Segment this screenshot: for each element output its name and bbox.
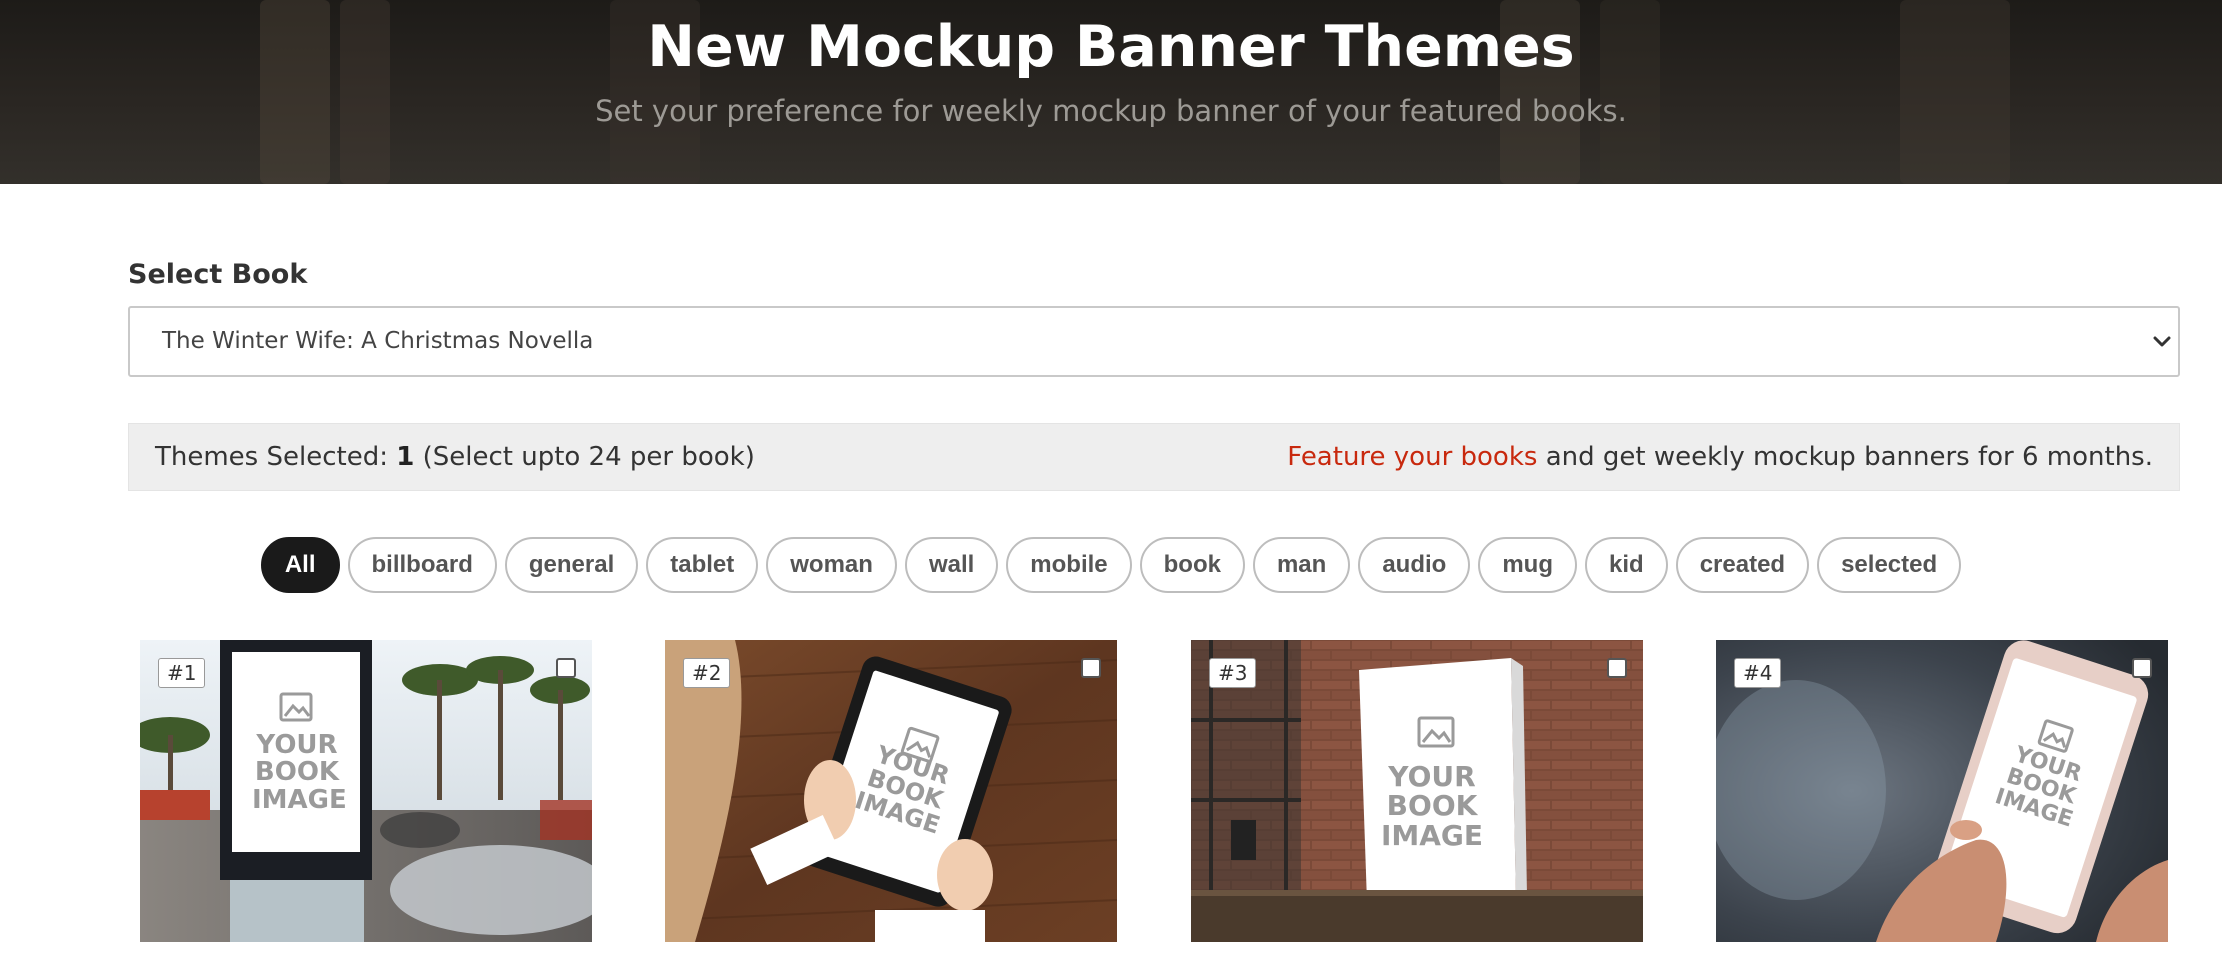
feature-books-link[interactable]: Feature your books — [1287, 442, 1537, 472]
themes-selected-count: 1 — [396, 442, 415, 472]
filter-man[interactable]: man — [1252, 537, 1351, 593]
chevron-down-icon — [2153, 336, 2171, 347]
theme-number-badge: #2 — [683, 658, 731, 688]
themes-selected-text: Themes Selected: 1 (Select upto 24 per b… — [155, 442, 755, 472]
filter-woman[interactable]: woman — [766, 537, 897, 593]
filter-book[interactable]: book — [1139, 537, 1245, 593]
filter-audio[interactable]: audio — [1358, 537, 1471, 593]
filter-tablet[interactable]: tablet — [646, 537, 759, 593]
theme-number-badge: #3 — [1209, 658, 1257, 688]
theme-select-checkbox[interactable] — [2132, 658, 2152, 678]
theme-card-1[interactable]: YOUR BOOK IMAGE #1 — [140, 640, 592, 942]
filter-selected[interactable]: selected — [1817, 537, 1962, 593]
filter-mobile[interactable]: mobile — [1006, 537, 1132, 593]
filter-created[interactable]: created — [1675, 537, 1810, 593]
book-image-placeholder: YOUR BOOK IMAGE — [1380, 760, 1484, 852]
page-title: New Mockup Banner Themes — [647, 14, 1575, 80]
book-select[interactable]: The Winter Wife: A Christmas Novella — [128, 306, 2180, 377]
feature-promo-rest: and get weekly mockup banners for 6 mont… — [1545, 442, 2153, 472]
filter-all[interactable]: All — [260, 537, 340, 593]
feature-promo-text: Feature your books and get weekly mockup… — [1287, 442, 2153, 472]
themes-selected-prefix: Themes Selected: — [155, 442, 388, 472]
themes-selected-limit: (Select upto 24 per book) — [422, 442, 755, 472]
book-image-placeholder: YOUR BOOK IMAGE — [252, 730, 347, 815]
filter-wall[interactable]: wall — [904, 537, 999, 593]
theme-select-checkbox[interactable] — [556, 658, 576, 678]
theme-filter-bar: All billboard general tablet woman wall … — [0, 537, 2222, 593]
theme-select-checkbox[interactable] — [1607, 658, 1627, 678]
themes-info-bar: Themes Selected: 1 (Select upto 24 per b… — [128, 423, 2180, 491]
theme-card-4[interactable]: YOUR BOOK IMAGE #4 — [1716, 640, 2168, 942]
theme-card-3[interactable]: YOUR BOOK IMAGE #3 — [1191, 640, 1643, 942]
filter-billboard[interactable]: billboard — [347, 537, 497, 593]
filter-kid[interactable]: kid — [1585, 537, 1668, 593]
theme-card-2[interactable]: YOUR BOOK IMAGE #2 — [665, 640, 1117, 942]
book-select-value: The Winter Wife: A Christmas Novella — [162, 328, 594, 354]
theme-number-badge: #4 — [1734, 658, 1782, 688]
theme-number-badge: #1 — [158, 658, 206, 688]
phone-hands-image — [1716, 640, 2168, 942]
filter-general[interactable]: general — [504, 537, 639, 593]
select-book-label: Select Book — [128, 259, 308, 290]
header-banner: New Mockup Banner Themes Set your prefer… — [0, 0, 2222, 184]
filter-mug[interactable]: mug — [1478, 537, 1577, 593]
theme-select-checkbox[interactable] — [1081, 658, 1101, 678]
billboard-street-image — [140, 640, 592, 942]
page-subtitle: Set your preference for weekly mockup ba… — [595, 94, 1627, 128]
